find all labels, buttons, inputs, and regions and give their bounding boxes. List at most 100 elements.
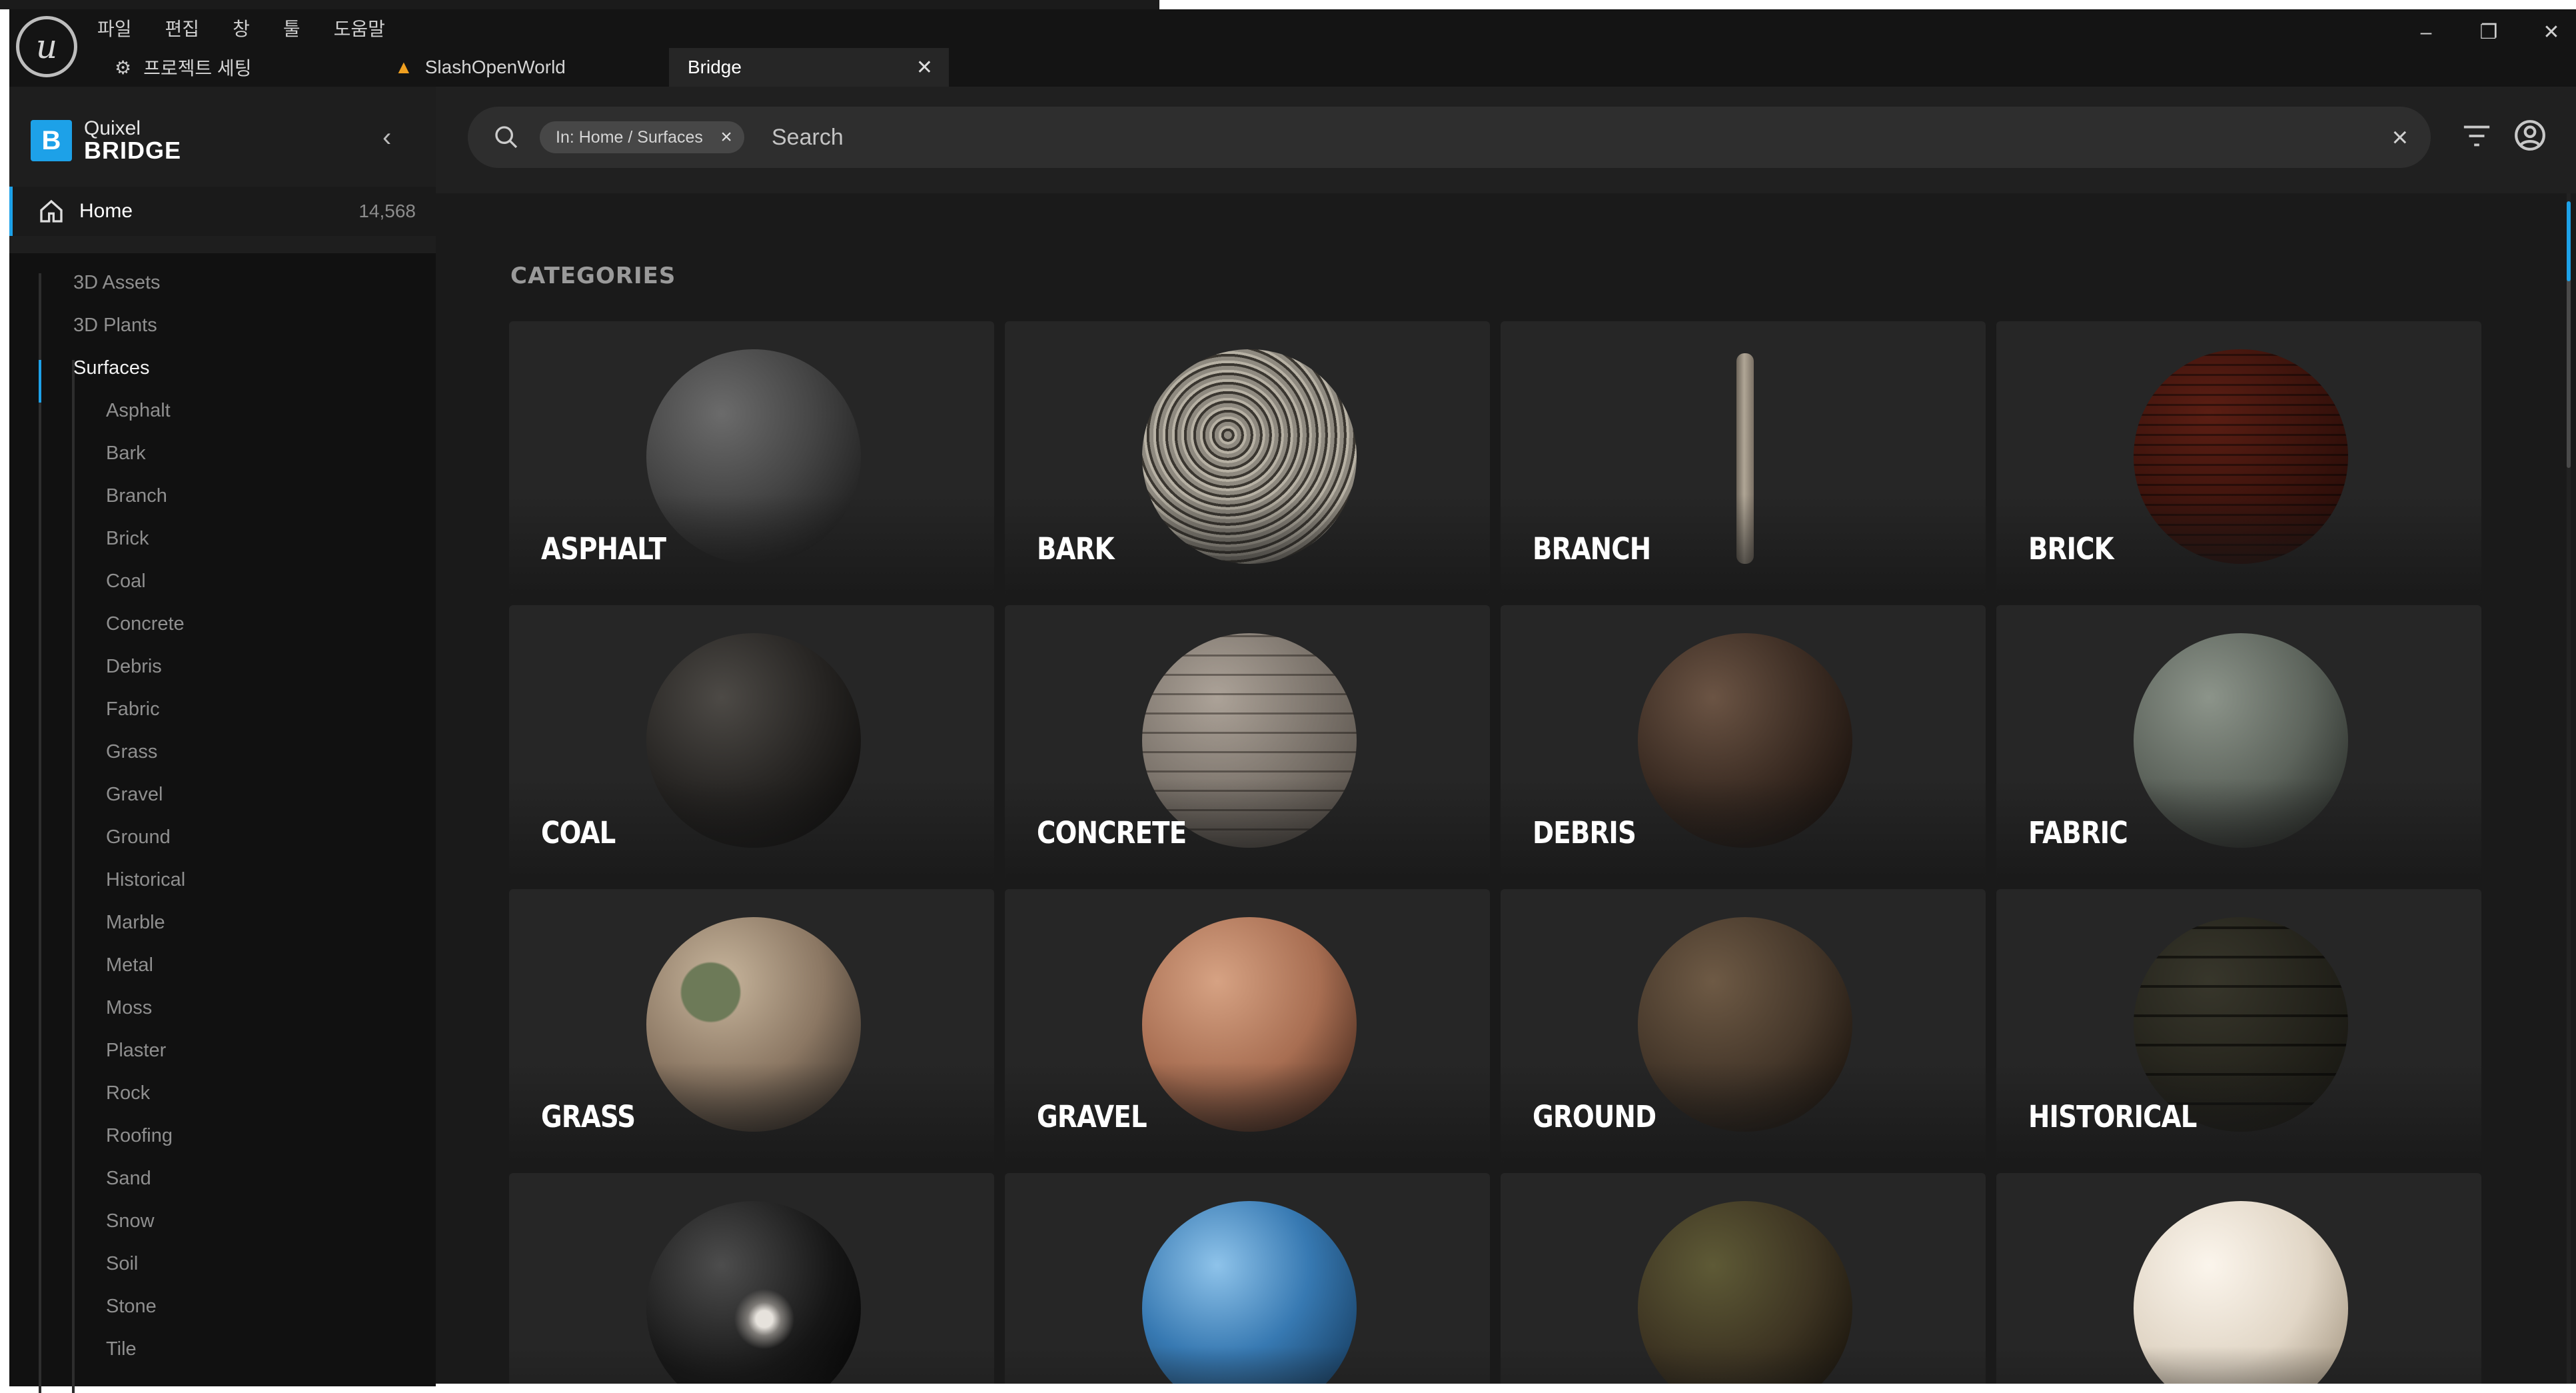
sidebar-item-bark[interactable]: Bark — [106, 443, 146, 465]
chevron-left-icon[interactable]: ‹ — [382, 123, 391, 153]
category-thumbnail — [646, 349, 861, 564]
sidebar-item-tile[interactable]: Tile — [106, 1338, 137, 1360]
menu-item[interactable]: 창 — [233, 15, 250, 41]
category-card-debris[interactable]: DEBRIS — [1501, 605, 1986, 878]
sidebar-item-debris[interactable]: Debris — [106, 656, 162, 678]
category-thumbnail — [1638, 633, 1852, 848]
sidebar-item-concrete[interactable]: Concrete — [106, 613, 185, 635]
brand-top: Quixel — [84, 117, 141, 139]
category-card-coal[interactable]: COAL — [509, 605, 994, 878]
category-label: COAL — [541, 815, 616, 850]
close-icon[interactable]: × — [2391, 121, 2408, 153]
category-card-bark[interactable]: BARK — [1005, 321, 1490, 595]
close-icon[interactable]: ✕ — [2540, 21, 2563, 44]
content-area: CATEGORIES ASPHALT BARK BRANCH BRICK COAL CON… — [436, 193, 2576, 1384]
search-bar: In: Home / Surfaces × × — [468, 107, 2431, 168]
sidebar-item-rock[interactable]: Rock — [106, 1082, 150, 1104]
sidebar-item-marble[interactable]: Marble — [106, 912, 165, 934]
sidebar-item-ground[interactable]: Ground — [106, 826, 171, 848]
category-thumbnail — [2134, 633, 2348, 848]
close-icon[interactable]: × — [720, 121, 732, 153]
maximize-icon[interactable]: ❐ — [2477, 21, 2500, 44]
tab-label: SlashOpenWorld — [424, 57, 566, 77]
sidebar-item-brick[interactable]: Brick — [106, 528, 149, 550]
sidebar-tree: 3D Assets 3D Plants Surfaces Asphalt Bark Bra… — [9, 253, 436, 1393]
category-label: METAL — [1037, 1383, 1130, 1384]
tab-level[interactable]: ▲ SlashOpenWorld — [376, 48, 669, 87]
category-card-plaster[interactable]: PLASTER — [1996, 1173, 2481, 1384]
sidebar: B Quixel BRIDGE ‹ Home 14,568 3D Assets 3… — [9, 87, 436, 1393]
category-label: GRAVEL — [1037, 1099, 1147, 1134]
category-label: FABRIC — [2028, 815, 2128, 850]
category-thumbnail — [646, 1201, 861, 1384]
menu-bar: 파일 편집 창 툴 도움말 — [97, 15, 385, 41]
category-thumbnail — [2134, 1201, 2348, 1384]
bridge-badge: B — [31, 120, 72, 161]
tab-project-settings[interactable]: ⚙ 프로젝트 세팅 — [96, 48, 376, 87]
sidebar-item-3d-assets[interactable]: 3D Assets — [73, 272, 161, 294]
sidebar-item-asphalt[interactable]: Asphalt — [106, 400, 171, 422]
category-label: HISTORICAL — [2028, 1099, 2197, 1134]
unreal-engine-logo[interactable]: u — [16, 16, 77, 77]
category-card-branch[interactable]: BRANCH — [1501, 321, 1986, 595]
category-label: ASPHALT — [541, 531, 666, 567]
category-card-ground[interactable]: GROUND — [1501, 889, 1986, 1162]
category-thumbnail — [1142, 1201, 1357, 1384]
category-label: DEBRIS — [1533, 815, 1636, 850]
sidebar-item-soil[interactable]: Soil — [106, 1253, 138, 1275]
filter-icon[interactable] — [2461, 123, 2492, 149]
sidebar-item-metal[interactable]: Metal — [106, 954, 153, 976]
sidebar-item-branch[interactable]: Branch — [106, 485, 167, 507]
category-card-concrete[interactable]: CONCRETE — [1005, 605, 1490, 878]
account-icon[interactable] — [2513, 119, 2547, 152]
sidebar-item-grass[interactable]: Grass — [106, 741, 157, 763]
menu-item[interactable]: 파일 — [97, 15, 132, 41]
quixel-bridge-logo: B Quixel BRIDGE — [31, 119, 181, 163]
brand-bottom: BRIDGE — [84, 137, 182, 164]
category-thumbnail — [1142, 917, 1357, 1132]
category-card-moss[interactable]: MOSS — [1501, 1173, 1986, 1384]
sidebar-item-gravel[interactable]: Gravel — [106, 784, 163, 806]
menu-item[interactable]: 도움말 — [334, 15, 385, 41]
category-card-grass[interactable]: GRASS — [509, 889, 994, 1162]
home-count: 14,568 — [358, 201, 416, 221]
sidebar-item-moss[interactable]: Moss — [106, 997, 152, 1019]
window-controls: – ❐ ✕ — [2415, 21, 2563, 44]
sidebar-item-coal[interactable]: Coal — [106, 571, 146, 593]
search-icon[interactable] — [493, 124, 520, 151]
sidebar-item-snow[interactable]: Snow — [106, 1210, 155, 1232]
sidebar-item-historical[interactable]: Historical — [106, 869, 185, 891]
sidebar-item-sand[interactable]: Sand — [106, 1168, 151, 1190]
category-card-metal[interactable]: METAL — [1005, 1173, 1490, 1384]
sidebar-item-roofing[interactable]: Roofing — [106, 1125, 173, 1147]
top-strip-dark — [0, 0, 1159, 9]
close-icon[interactable]: ✕ — [916, 56, 933, 79]
title-bar: u 파일 편집 창 툴 도움말 – ❐ ✕ ⚙ 프로젝트 세팅 ▲ SlashOpenW… — [9, 9, 2576, 87]
category-card-historical[interactable]: HISTORICAL — [1996, 889, 2481, 1162]
search-input[interactable] — [772, 121, 2304, 153]
tab-bar: ⚙ 프로젝트 세팅 ▲ SlashOpenWorld Bridge ✕ — [96, 48, 949, 87]
category-label: BRICK — [2028, 531, 2114, 567]
sidebar-item-surfaces[interactable]: Surfaces — [73, 357, 149, 379]
sidebar-item-stone[interactable]: Stone — [106, 1296, 157, 1318]
category-card-asphalt[interactable]: ASPHALT — [509, 321, 994, 595]
tab-bridge[interactable]: Bridge ✕ — [669, 48, 949, 87]
categories-heading: CATEGORIES — [510, 263, 676, 289]
category-card-gravel[interactable]: GRAVEL — [1005, 889, 1490, 1162]
category-card-marble[interactable]: MARBLE — [509, 1173, 994, 1384]
sidebar-item-plaster[interactable]: Plaster — [106, 1040, 166, 1062]
menu-item[interactable]: 툴 — [283, 15, 301, 41]
sidebar-item-fabric[interactable]: Fabric — [106, 698, 160, 720]
category-thumbnail — [1638, 1201, 1852, 1384]
menu-item[interactable]: 편집 — [165, 15, 200, 41]
category-card-fabric[interactable]: FABRIC — [1996, 605, 2481, 878]
category-card-brick[interactable]: BRICK — [1996, 321, 2481, 595]
home-icon — [40, 199, 63, 223]
scrollbar-accent — [2567, 201, 2571, 281]
minimize-icon[interactable]: – — [2415, 21, 2437, 44]
sidebar-item-home[interactable]: Home 14,568 — [9, 187, 436, 236]
search-scope-chip[interactable]: In: Home / Surfaces × — [540, 121, 744, 153]
chip-label: In: Home / Surfaces — [556, 128, 703, 147]
sidebar-item-3d-plants[interactable]: 3D Plants — [73, 315, 157, 337]
category-thumbnail — [1142, 349, 1357, 564]
